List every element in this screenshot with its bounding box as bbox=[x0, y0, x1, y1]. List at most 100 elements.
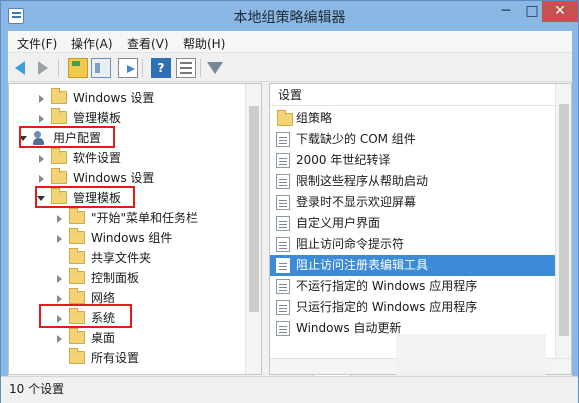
back-arrow-icon[interactable] bbox=[15, 61, 25, 75]
expand-arrow-icon[interactable] bbox=[57, 215, 62, 223]
list-item-label: Windows 自动更新 bbox=[296, 321, 402, 335]
tree-label: 管理模板 bbox=[73, 111, 122, 125]
policy-setting-icon bbox=[276, 237, 290, 252]
expand-arrow-icon[interactable] bbox=[57, 275, 62, 283]
folder-icon bbox=[51, 88, 67, 104]
list-item[interactable]: 不运行指定的 Windows 应用程序 bbox=[270, 276, 556, 297]
list-item-label: 不运行指定的 Windows 应用程序 bbox=[296, 279, 478, 293]
tree-node-start-menu[interactable]: "开始"菜单和任务栏 bbox=[9, 208, 245, 228]
folder-icon bbox=[51, 108, 67, 124]
expand-arrow-icon[interactable] bbox=[57, 335, 62, 343]
folder-icon bbox=[51, 168, 67, 184]
menu-file[interactable]: 文件(F) bbox=[17, 35, 57, 52]
tree-view-icon[interactable] bbox=[91, 58, 111, 78]
toolbar-separator bbox=[58, 59, 59, 77]
tree-node-windows-components[interactable]: Windows 组件 bbox=[9, 228, 245, 248]
folder-icon bbox=[69, 328, 85, 344]
policy-setting-icon bbox=[276, 258, 290, 273]
menu-bar: 文件(F) 操作(A) 查看(V) 帮助(H) bbox=[8, 31, 572, 53]
export-list-icon[interactable] bbox=[118, 58, 138, 78]
menu-action[interactable]: 操作(A) bbox=[71, 35, 113, 52]
window: 本地组策略编辑器 ─ □ ✕ 文件(F) 操作(A) 查看(V) 帮助(H) ? bbox=[0, 0, 579, 403]
details-pane[interactable]: 设置 组策略 下载缺少的 COM 组件 2000 年世纪转译 限制这些程序从帮助… bbox=[269, 83, 572, 375]
scrollbar-thumb[interactable] bbox=[559, 104, 569, 336]
folder-icon bbox=[69, 268, 85, 284]
tree-label: 共享文件夹 bbox=[91, 251, 152, 265]
list-item[interactable]: 登录时不显示欢迎屏幕 bbox=[270, 192, 556, 213]
status-bar: 10 个设置 bbox=[1, 376, 578, 403]
tree-label: Windows 设置 bbox=[73, 171, 155, 185]
minimize-button[interactable]: ─ bbox=[493, 1, 519, 22]
list-item-label: 阻止访问注册表编辑工具 bbox=[296, 258, 429, 272]
tree-node-admin-templates[interactable]: 管理模板 bbox=[9, 108, 245, 128]
close-button[interactable]: ✕ bbox=[542, 1, 578, 22]
list-item-label: 组策略 bbox=[296, 111, 333, 125]
expand-arrow-icon[interactable] bbox=[39, 155, 44, 163]
menu-view[interactable]: 查看(V) bbox=[127, 35, 169, 52]
folder-icon bbox=[69, 248, 85, 264]
tree-node-shared-folders[interactable]: 共享文件夹 bbox=[9, 248, 245, 268]
expand-arrow-icon[interactable] bbox=[39, 175, 44, 183]
tree-node-all-settings[interactable]: 所有设置 bbox=[9, 348, 245, 368]
help-icon[interactable]: ? bbox=[151, 58, 171, 78]
annotation-box-system bbox=[39, 304, 132, 328]
folder-up-icon[interactable] bbox=[68, 58, 88, 78]
list-item-label: 阻止访问命令提示符 bbox=[296, 237, 405, 251]
tree-vertical-scrollbar[interactable] bbox=[245, 84, 261, 374]
tree-label: 控制面板 bbox=[91, 271, 140, 285]
list-item[interactable]: 下载缺少的 COM 组件 bbox=[270, 129, 556, 150]
list-item[interactable]: 只运行指定的 Windows 应用程序 bbox=[270, 297, 556, 318]
toolbar: ? bbox=[8, 54, 572, 82]
annotation-box-admin-templates bbox=[35, 186, 135, 208]
list-item[interactable]: 2000 年世纪转译 bbox=[270, 150, 556, 171]
list-item[interactable]: 组策略 bbox=[270, 108, 556, 129]
toolbar-separator bbox=[200, 59, 201, 77]
annotation-box-user-config bbox=[19, 126, 115, 148]
list-item-label: 下载缺少的 COM 组件 bbox=[296, 132, 416, 146]
policy-setting-icon bbox=[276, 153, 290, 168]
list-item-selected[interactable]: 阻止访问注册表编辑工具 bbox=[270, 255, 556, 276]
list-item-label: 限制这些程序从帮助启动 bbox=[296, 174, 429, 188]
folder-icon bbox=[69, 228, 85, 244]
policy-setting-icon bbox=[276, 195, 290, 210]
tree-node-software-settings[interactable]: 软件设置 bbox=[9, 148, 245, 168]
expand-arrow-icon[interactable] bbox=[39, 95, 44, 103]
tree-node-windows-settings[interactable]: Windows 设置 bbox=[9, 88, 245, 108]
list-item-label: 只运行指定的 Windows 应用程序 bbox=[296, 300, 478, 314]
policy-setting-icon bbox=[276, 174, 290, 189]
column-header-settings[interactable]: 设置 bbox=[270, 84, 556, 106]
folder-icon bbox=[69, 348, 85, 364]
folder-icon bbox=[69, 288, 85, 304]
tree-label: Windows 组件 bbox=[91, 231, 173, 245]
properties-icon[interactable] bbox=[176, 58, 196, 78]
expand-arrow-icon[interactable] bbox=[39, 115, 44, 123]
tree-pane[interactable]: Windows 设置 管理模板 用户配置 软件设置 Windows 设置 管理模… bbox=[8, 83, 262, 375]
tree-label: 所有设置 bbox=[91, 351, 140, 365]
tree-label: 软件设置 bbox=[73, 151, 122, 165]
list-item[interactable]: 限制这些程序从帮助启动 bbox=[270, 171, 556, 192]
policy-setting-icon bbox=[276, 216, 290, 231]
list-item[interactable]: 阻止访问命令提示符 bbox=[270, 234, 556, 255]
policy-setting-icon bbox=[276, 279, 290, 294]
tree-node-control-panel[interactable]: 控制面板 bbox=[9, 268, 245, 288]
tree-node-user-windows-settings[interactable]: Windows 设置 bbox=[9, 168, 245, 188]
title-bar[interactable]: 本地组策略编辑器 ─ □ ✕ bbox=[1, 1, 578, 31]
list-item-label: 2000 年世纪转译 bbox=[296, 153, 391, 167]
filter-icon[interactable] bbox=[207, 62, 223, 74]
policy-setting-icon bbox=[276, 300, 290, 315]
expand-arrow-icon[interactable] bbox=[57, 235, 62, 243]
folder-icon bbox=[277, 110, 293, 126]
list-item-label: 自定义用户界面 bbox=[296, 216, 381, 230]
details-vertical-scrollbar[interactable] bbox=[555, 84, 571, 358]
tree-label: 桌面 bbox=[91, 331, 116, 345]
menu-help[interactable]: 帮助(H) bbox=[183, 35, 225, 52]
forward-arrow-icon[interactable] bbox=[38, 61, 48, 75]
tree-node-desktop[interactable]: 桌面 bbox=[9, 328, 245, 348]
scrollbar-thumb[interactable] bbox=[249, 106, 259, 312]
list-item[interactable]: 自定义用户界面 bbox=[270, 213, 556, 234]
expand-arrow-icon[interactable] bbox=[57, 295, 62, 303]
list-item-label: 登录时不显示欢迎屏幕 bbox=[296, 195, 417, 209]
folder-icon bbox=[51, 148, 67, 164]
toolbar-separator bbox=[142, 59, 143, 77]
policy-setting-icon bbox=[276, 132, 290, 147]
